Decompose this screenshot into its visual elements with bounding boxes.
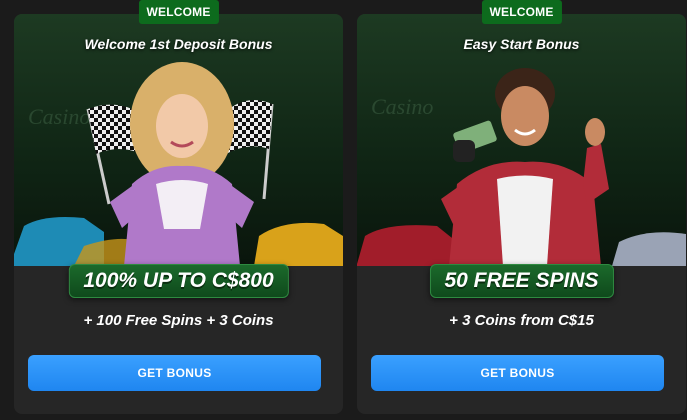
welcome-badge: WELCOME [138, 0, 219, 24]
bonus-card-easy-start: Casino WELCOME Easy Start Bonus 50 FREE … [357, 0, 686, 414]
get-bonus-button[interactable]: GET BONUS [371, 355, 664, 391]
bonus-subtitle: + 100 Free Spins + 3 Coins [83, 312, 274, 329]
bonus-offer-banner: 50 FREE SPINS [429, 264, 614, 298]
bonus-offer-banner: 100% UP TO C$800 [68, 264, 289, 298]
welcome-badge: WELCOME [481, 0, 562, 24]
svg-text:Casino: Casino [28, 104, 90, 129]
get-bonus-button[interactable]: GET BONUS [28, 355, 321, 391]
bonus-title: Easy Start Bonus [463, 36, 580, 52]
bonus-card-welcome-deposit: Casino WELCOME Welcome 1st Deposit Bonus… [14, 0, 343, 414]
svg-text:Casino: Casino [371, 94, 433, 119]
bonus-title: Welcome 1st Deposit Bonus [84, 36, 273, 52]
bonus-subtitle: + 3 Coins from C$15 [449, 312, 594, 329]
